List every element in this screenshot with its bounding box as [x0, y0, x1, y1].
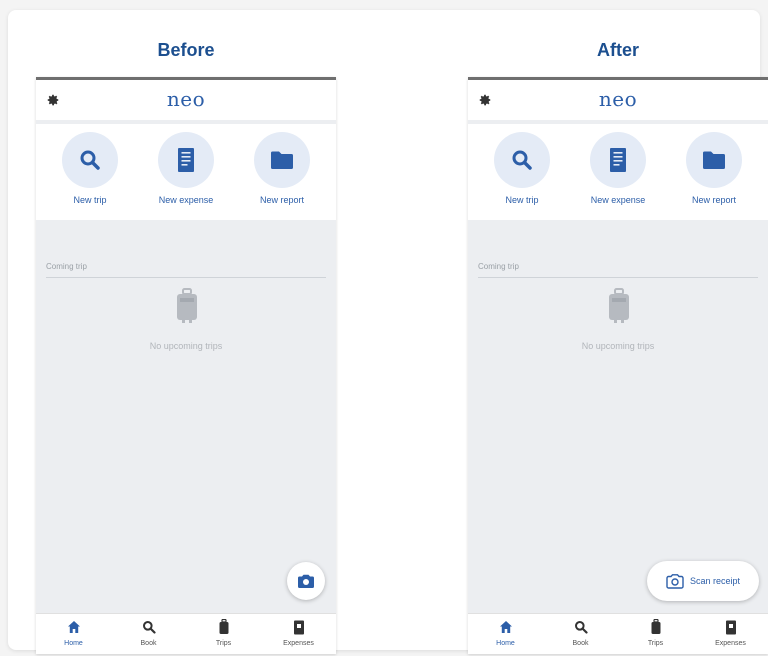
nav-trips[interactable]: Trips	[186, 618, 261, 647]
app-bar: neo	[36, 80, 336, 120]
app-bar: neo	[468, 80, 768, 120]
new-trip-button[interactable]: New trip	[477, 132, 567, 205]
quick-actions: New trip New expense New report	[36, 124, 336, 220]
home-icon	[499, 621, 512, 633]
comparison-canvas: Before After neo New trip New expense Ne…	[8, 10, 768, 654]
bottom-nav: Home Book Trips Expenses	[468, 613, 768, 654]
nav-expenses[interactable]: Expenses	[261, 618, 336, 647]
search-icon	[574, 621, 588, 634]
nav-book[interactable]: Book	[111, 618, 186, 647]
folder-icon	[271, 151, 293, 169]
empty-state-text: No upcoming trips	[149, 341, 223, 351]
scan-receipt-label: Scan receipt	[689, 576, 741, 586]
luggage-icon	[177, 288, 197, 323]
divider	[478, 277, 758, 278]
quick-actions: New trip New expense New report	[468, 124, 768, 220]
expense-icon	[725, 620, 736, 634]
nav-trips[interactable]: Trips	[618, 618, 693, 647]
before-heading: Before	[157, 40, 215, 60]
scan-receipt-button[interactable]: Scan receipt	[647, 561, 759, 601]
nav-book-label: Book	[140, 640, 157, 647]
luggage-icon	[609, 288, 629, 323]
nav-book-label: Book	[572, 640, 589, 647]
nav-home-label: Home	[496, 640, 515, 647]
app-logo: neo	[166, 87, 206, 111]
new-expense-label: New expense	[158, 195, 214, 205]
bottom-nav: Home Book Trips Expenses	[36, 613, 336, 654]
nav-book[interactable]: Book	[543, 618, 618, 647]
before-phone-screen: neo New trip New expense New report Comi…	[36, 77, 336, 654]
search-icon	[142, 621, 156, 634]
search-icon	[80, 150, 100, 170]
new-expense-button[interactable]: New expense	[141, 132, 231, 205]
new-expense-label: New expense	[590, 195, 646, 205]
new-trip-label: New trip	[73, 195, 107, 205]
new-trip-label: New trip	[505, 195, 539, 205]
nav-home[interactable]: Home	[36, 618, 111, 647]
nav-expenses-label: Expenses	[283, 640, 314, 647]
nav-expenses-label: Expenses	[715, 640, 746, 647]
new-report-label: New report	[691, 195, 736, 205]
search-icon	[512, 150, 532, 170]
new-report-label: New report	[259, 195, 304, 205]
camera-icon	[298, 574, 314, 588]
receipt-icon	[178, 148, 194, 172]
camera-icon	[666, 573, 684, 589]
luggage-icon	[651, 619, 660, 634]
new-report-button[interactable]: New report	[237, 132, 327, 205]
expense-icon	[293, 620, 304, 634]
receipt-icon	[610, 148, 626, 172]
home-icon	[67, 621, 80, 633]
nav-expenses[interactable]: Expenses	[693, 618, 768, 647]
new-trip-button[interactable]: New trip	[45, 132, 135, 205]
section-title: Coming trip	[478, 262, 519, 271]
folder-icon	[703, 151, 725, 169]
new-expense-button[interactable]: New expense	[573, 132, 663, 205]
nav-home-label: Home	[64, 640, 83, 647]
nav-trips-label: Trips	[215, 640, 232, 647]
scan-receipt-button[interactable]	[287, 562, 325, 600]
new-report-button[interactable]: New report	[669, 132, 759, 205]
empty-state-text: No upcoming trips	[581, 341, 655, 351]
nav-trips-label: Trips	[647, 640, 664, 647]
section-title: Coming trip	[46, 262, 87, 271]
luggage-icon	[219, 619, 228, 634]
divider	[46, 277, 326, 278]
app-logo: neo	[598, 87, 638, 111]
after-heading: After	[596, 40, 639, 60]
nav-home[interactable]: Home	[468, 618, 543, 647]
after-phone-screen: neo New trip New expense New report Comi…	[468, 77, 768, 654]
